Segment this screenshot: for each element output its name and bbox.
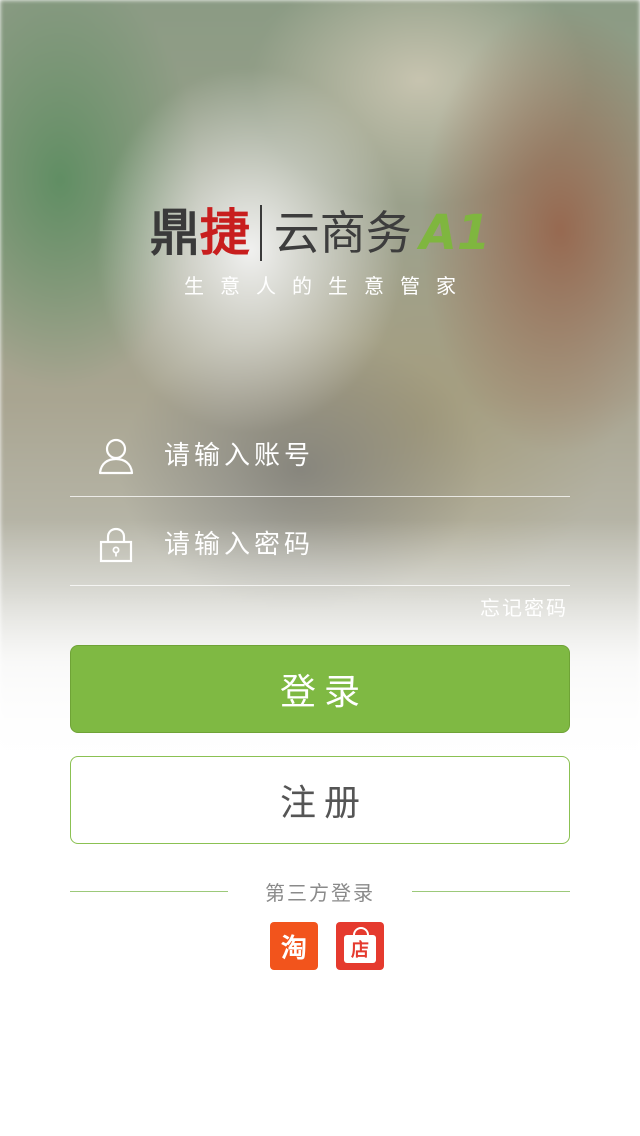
account-field[interactable]: [70, 416, 570, 497]
divider-line-right: [412, 890, 570, 892]
shop-icon[interactable]: 店: [336, 922, 384, 970]
third-party-divider: 第三方登录: [70, 876, 570, 906]
taobao-glyph: 淘: [280, 933, 307, 964]
logo-char-jie: 捷: [199, 203, 250, 262]
register-button[interactable]: 注册: [70, 756, 570, 844]
user-icon: [96, 436, 136, 476]
shop-bag-handle: [353, 927, 369, 939]
logo-char-ding: 鼎: [149, 203, 200, 262]
shop-bag-shape: 店: [344, 927, 376, 963]
divider-line-left: [70, 890, 228, 892]
password-field[interactable]: [70, 505, 570, 586]
logo-divider: [259, 205, 262, 261]
lock-icon: [96, 525, 136, 565]
third-party-label: 第三方登录: [265, 880, 375, 905]
logo-text-a1: A1: [419, 205, 491, 261]
shop-glyph: 店: [351, 940, 369, 961]
login-button[interactable]: 登录: [70, 645, 570, 733]
logo-text-cloud-business: 云商务: [273, 206, 412, 260]
brand-logo: 鼎 捷 云商务 A1: [0, 198, 640, 268]
password-input[interactable]: [162, 529, 546, 561]
third-party-providers: 淘 店: [270, 922, 384, 970]
brand-tagline: 生意人的生意管家: [184, 274, 472, 298]
taobao-icon[interactable]: 淘: [270, 922, 318, 970]
forgot-password-link[interactable]: 忘记密码: [480, 592, 568, 621]
account-input[interactable]: [162, 440, 546, 472]
